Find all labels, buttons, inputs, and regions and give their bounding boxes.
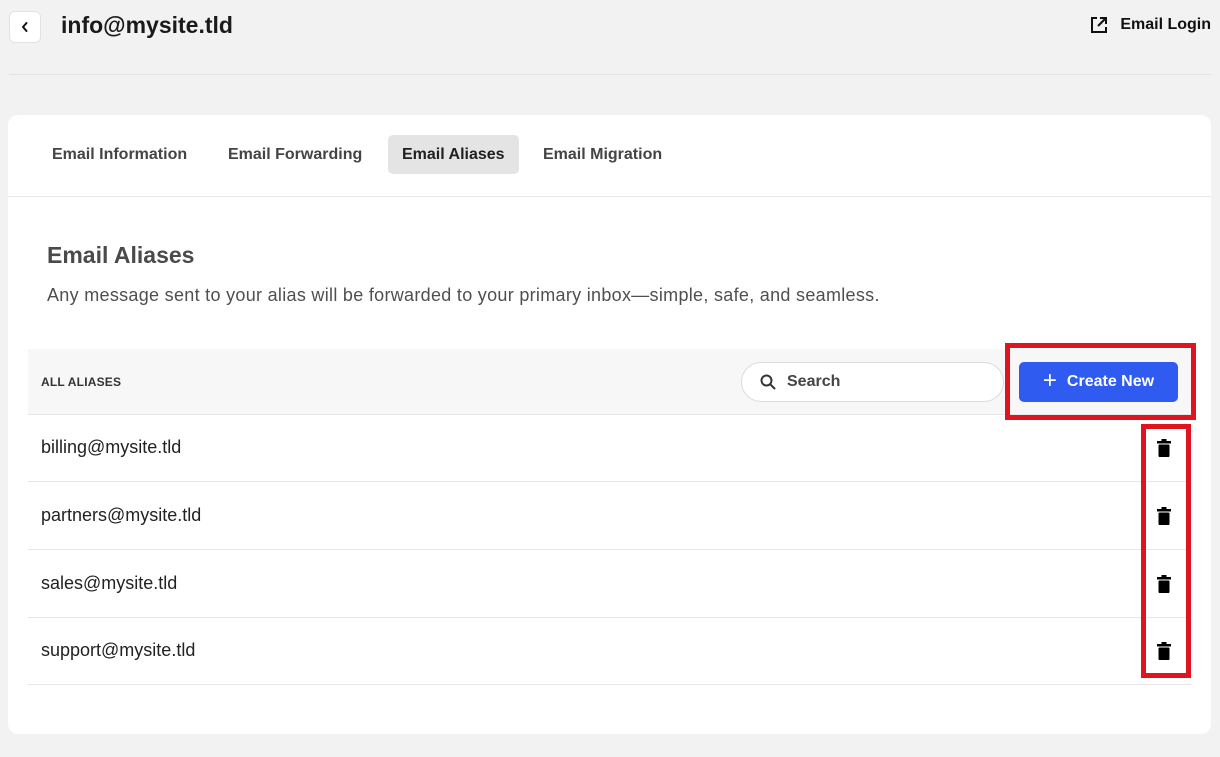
create-highlight-box <box>1005 343 1196 420</box>
tab-email-forwarding[interactable]: Email Forwarding <box>214 135 376 174</box>
page-title: info@mysite.tld <box>61 12 233 38</box>
search-placeholder: Search <box>787 373 841 390</box>
delete-highlight-box <box>1141 424 1191 678</box>
table-header-label: ALL ALIASES <box>41 375 122 389</box>
back-button[interactable] <box>9 11 41 43</box>
external-link-icon <box>1091 17 1108 33</box>
tab-bar: Email Information Email Forwarding Email… <box>8 115 1211 197</box>
section-title: Email Aliases <box>47 242 195 268</box>
top-bar: info@mysite.tld Email Login <box>0 0 1220 75</box>
section-description: Any message sent to your alias will be f… <box>47 285 880 305</box>
table-row: partners@mysite.tld <box>28 483 1191 550</box>
table-row: billing@mysite.tld <box>28 415 1191 482</box>
search-input[interactable]: Search <box>741 362 1004 402</box>
divider <box>9 74 1211 75</box>
alias-address: support@mysite.tld <box>41 640 196 660</box>
alias-address: billing@mysite.tld <box>41 437 182 457</box>
tab-email-migration[interactable]: Email Migration <box>529 135 676 174</box>
tab-email-aliases[interactable]: Email Aliases <box>388 135 519 174</box>
aliases-card: Email Information Email Forwarding Email… <box>8 115 1211 734</box>
chevron-left-icon <box>22 22 28 32</box>
alias-address: partners@mysite.tld <box>41 505 202 525</box>
alias-address: sales@mysite.tld <box>41 573 178 593</box>
table-row: support@mysite.tld <box>28 618 1191 685</box>
table-row: sales@mysite.tld <box>28 551 1191 618</box>
search-icon <box>760 374 776 390</box>
tab-email-information[interactable]: Email Information <box>38 135 201 174</box>
email-login-label: Email Login <box>1120 16 1211 33</box>
email-login-link[interactable]: Email Login <box>1090 16 1211 34</box>
